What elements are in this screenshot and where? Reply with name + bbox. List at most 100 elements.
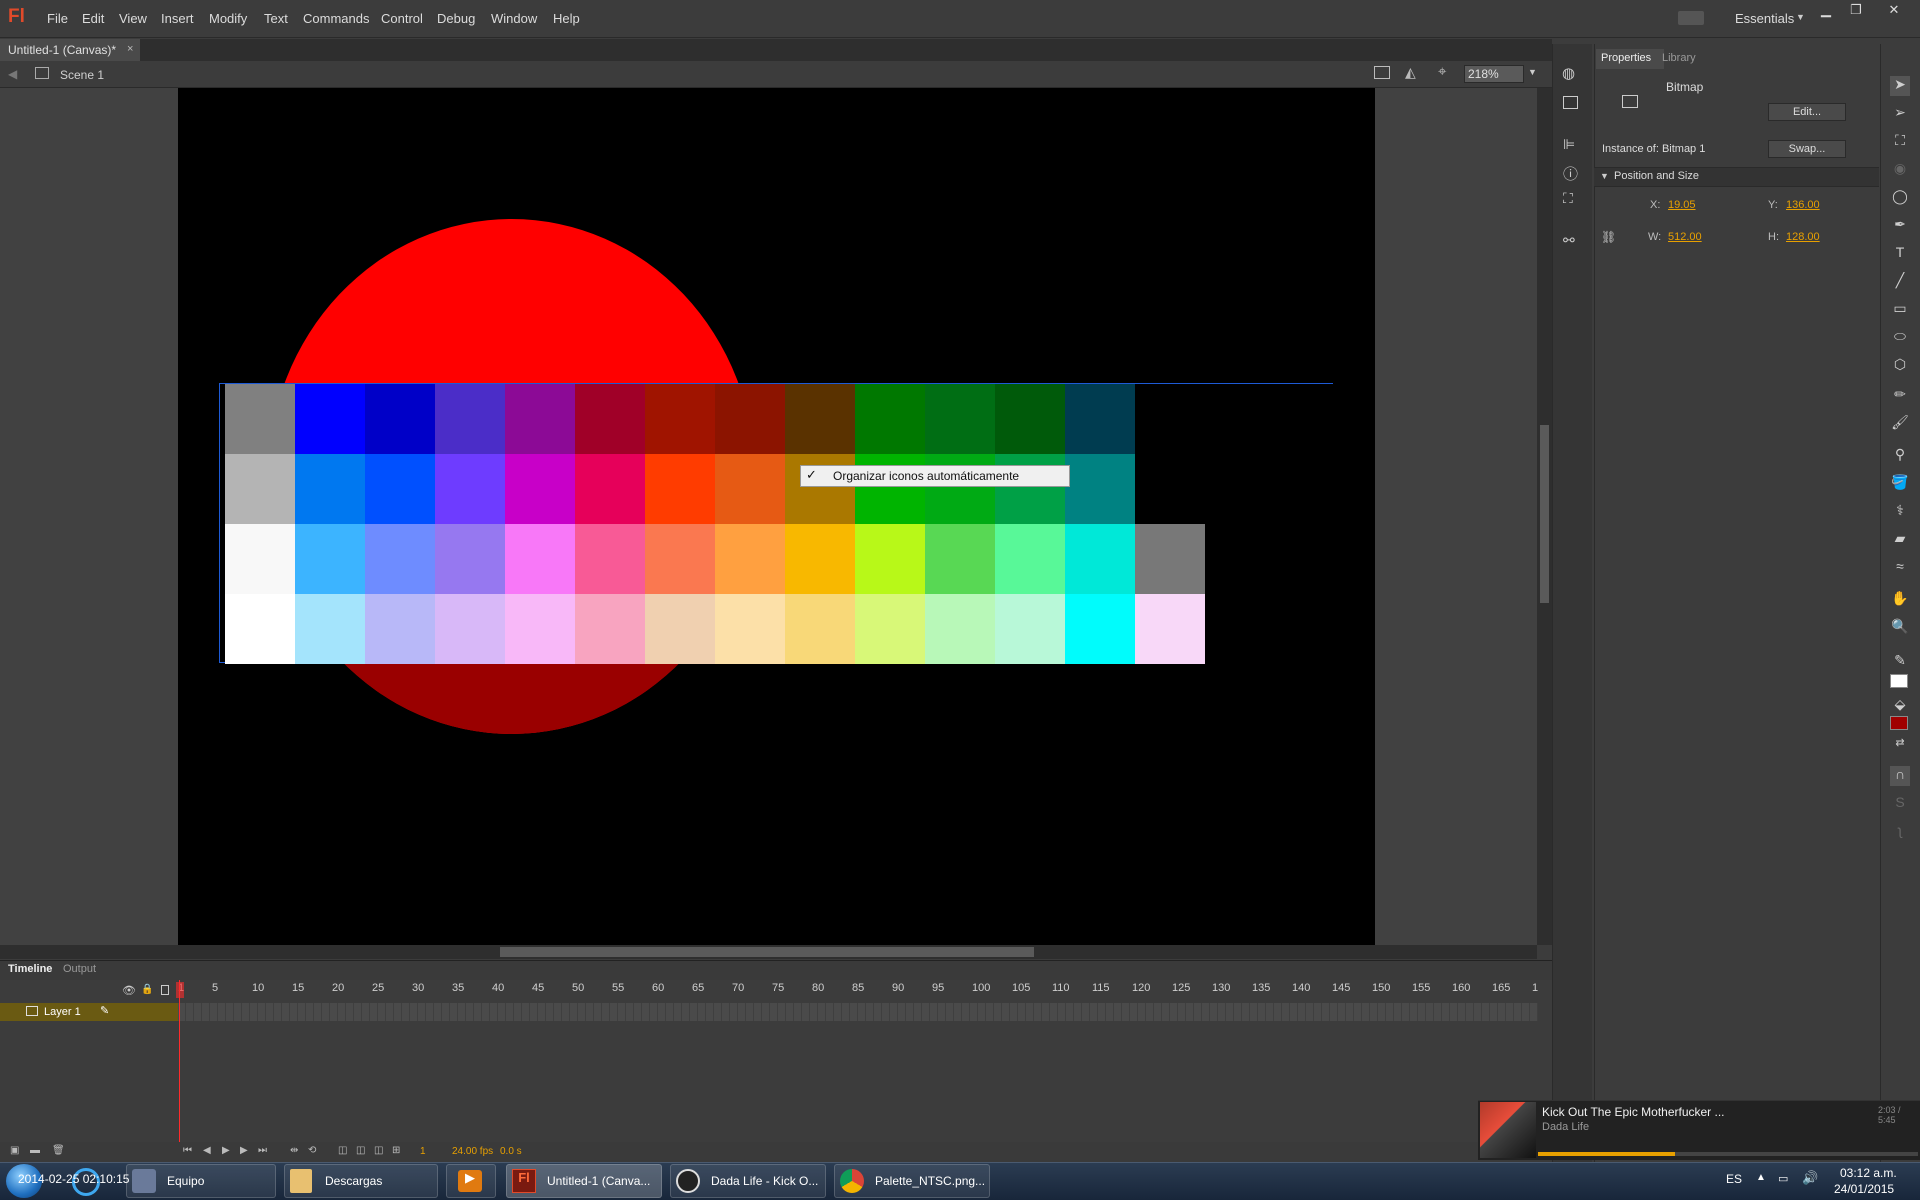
swap-colors-icon[interactable]: ⇄ xyxy=(1890,736,1910,756)
scene-label[interactable]: Scene 1 xyxy=(60,68,104,82)
context-menu-item-auto-arrange[interactable]: Organizar iconos automáticamente xyxy=(800,465,1070,487)
frames-row[interactable] xyxy=(178,1003,1538,1021)
center-stage-icon[interactable]: ⌖ xyxy=(1438,63,1446,80)
collapse-triangle-icon[interactable]: ▼ xyxy=(1600,171,1609,181)
3d-rotation-icon[interactable]: ◉ xyxy=(1890,160,1910,180)
network-icon[interactable]: ▭ xyxy=(1778,1172,1788,1185)
input-language[interactable]: ES xyxy=(1726,1172,1742,1186)
free-transform-icon[interactable]: ⛶ xyxy=(1890,132,1910,152)
oval-tool-icon[interactable]: ⬭ xyxy=(1890,328,1910,348)
clock-time[interactable]: 03:12 a.m. xyxy=(1840,1166,1897,1180)
frame-rate[interactable]: 24.00 fps xyxy=(452,1146,493,1157)
workspace-switcher[interactable]: Essentials xyxy=(1735,11,1794,26)
lasso-icon[interactable]: ◯ xyxy=(1890,188,1910,208)
minimize-icon[interactable]: ▁ xyxy=(1815,2,1837,20)
menu-debug[interactable]: Debug xyxy=(437,11,475,26)
stroke-color-swatch[interactable] xyxy=(1890,674,1908,688)
menu-view[interactable]: View xyxy=(119,11,147,26)
menu-edit[interactable]: Edit xyxy=(82,11,104,26)
subselection-tool-icon[interactable]: ➢ xyxy=(1890,104,1910,124)
w-value[interactable]: 512.00 xyxy=(1668,231,1702,243)
new-folder-icon[interactable]: ▬ xyxy=(30,1145,40,1156)
modify-markers-icon[interactable]: ⊞ xyxy=(392,1145,400,1156)
edit-multiple-icon[interactable]: ◫ xyxy=(374,1145,383,1156)
tab-properties[interactable]: Properties xyxy=(1601,52,1651,64)
zoom-field[interactable]: 218% xyxy=(1464,65,1524,83)
selection-tool-icon[interactable]: ➤ xyxy=(1890,76,1910,96)
frame-ruler[interactable]: 1510152025303540455055606570758085909510… xyxy=(178,982,1538,998)
horizontal-scroll-thumb[interactable] xyxy=(500,947,1034,957)
palette-bitmap[interactable] xyxy=(219,383,1345,664)
color-panel-icon[interactable]: ◍ xyxy=(1562,64,1575,82)
first-frame-icon[interactable]: ⏮ xyxy=(183,1145,192,1156)
menu-commands[interactable]: Commands xyxy=(303,11,369,26)
hand-tool-icon[interactable]: ✋ xyxy=(1890,590,1910,610)
menu-control[interactable]: Control xyxy=(381,11,423,26)
back-arrow-icon[interactable]: ◀ xyxy=(8,67,17,81)
pen-tool-icon[interactable]: ✒ xyxy=(1890,216,1910,236)
last-frame-icon[interactable]: ⏭ xyxy=(258,1145,267,1156)
menu-insert[interactable]: Insert xyxy=(161,11,194,26)
edit-scene-icon[interactable] xyxy=(1374,66,1390,79)
layer-name[interactable]: Layer 1 xyxy=(44,1006,81,1018)
vertical-scroll-thumb[interactable] xyxy=(1540,425,1549,603)
delete-icon[interactable]: 🗑 xyxy=(52,1145,65,1156)
menu-window[interactable]: Window xyxy=(491,11,537,26)
swatches-panel-icon[interactable] xyxy=(1563,96,1578,109)
tab-library[interactable]: Library xyxy=(1662,52,1696,64)
snap-magnet-icon[interactable]: ∩ xyxy=(1890,766,1910,786)
pencil-tool-icon[interactable]: ✏ xyxy=(1890,386,1910,406)
menu-modify[interactable]: Modify xyxy=(209,11,247,26)
paint-bucket-icon[interactable]: 🪣 xyxy=(1890,474,1910,494)
center-frame-icon[interactable]: ⇹ xyxy=(290,1145,298,1156)
brush-tool-icon[interactable]: 🖌 xyxy=(1890,414,1910,434)
sync-settings-icon[interactable] xyxy=(1678,11,1704,25)
swap-button[interactable]: Swap... xyxy=(1768,140,1846,158)
close-icon[interactable]: ✕ xyxy=(1883,2,1905,20)
step-back-icon[interactable]: ◀ xyxy=(203,1145,211,1156)
transform-panel-icon[interactable]: ⛶ xyxy=(1563,190,1573,207)
playhead[interactable] xyxy=(179,980,180,1162)
clock-date[interactable]: 24/01/2015 xyxy=(1834,1182,1894,1196)
lock-icon[interactable]: 🔒 xyxy=(141,984,153,995)
loop-icon[interactable]: ⟲ xyxy=(308,1145,316,1156)
play-icon[interactable]: ▶ xyxy=(222,1145,230,1156)
align-panel-icon[interactable]: ⊫ xyxy=(1563,136,1575,153)
restore-icon[interactable]: ❐ xyxy=(1845,2,1867,20)
straighten-icon[interactable]: ʅ xyxy=(1890,822,1910,842)
document-tab[interactable]: Untitled-1 (Canvas)* xyxy=(0,39,140,61)
close-tab-icon[interactable]: × xyxy=(127,43,133,55)
polystar-tool-icon[interactable]: ⬡ xyxy=(1890,356,1910,376)
menu-file[interactable]: File xyxy=(47,11,68,26)
tab-output[interactable]: Output xyxy=(63,963,96,975)
zoom-dropdown-icon[interactable]: ▼ xyxy=(1528,67,1537,77)
code-snippets-icon[interactable]: ⚯ xyxy=(1563,232,1575,249)
width-tool-icon[interactable]: ≈ xyxy=(1890,558,1910,578)
show-hide-icon[interactable]: 👁 xyxy=(122,984,136,997)
text-tool-icon[interactable]: T xyxy=(1890,244,1910,264)
fill-color-swatch[interactable] xyxy=(1890,716,1908,730)
eraser-tool-icon[interactable]: ▰ xyxy=(1890,530,1910,550)
eyedropper-icon[interactable]: ⚕ xyxy=(1890,502,1910,522)
tab-timeline[interactable]: Timeline xyxy=(8,963,52,975)
x-value[interactable]: 19.05 xyxy=(1668,199,1696,211)
onion-outline-icon[interactable]: ◫ xyxy=(356,1145,365,1156)
edit-button[interactable]: Edit... xyxy=(1768,103,1846,121)
menu-text[interactable]: Text xyxy=(264,11,288,26)
zoom-tool-icon[interactable]: 🔍 xyxy=(1890,618,1910,638)
volume-icon[interactable]: 🔊 xyxy=(1802,1170,1818,1186)
link-icon[interactable]: ⛓ xyxy=(1601,230,1616,244)
smooth-icon[interactable]: S xyxy=(1890,794,1910,814)
y-value[interactable]: 136.00 xyxy=(1786,199,1820,211)
bone-tool-icon[interactable]: ⚲ xyxy=(1890,446,1910,466)
h-value[interactable]: 128.00 xyxy=(1786,231,1820,243)
outline-icon[interactable] xyxy=(161,985,169,995)
step-forward-icon[interactable]: ▶ xyxy=(240,1145,248,1156)
tray-expand-icon[interactable]: ▲ xyxy=(1756,1172,1766,1183)
menu-help[interactable]: Help xyxy=(553,11,580,26)
info-icon[interactable]: ⓘ xyxy=(1563,163,1578,184)
rectangle-tool-icon[interactable]: ▭ xyxy=(1890,300,1910,320)
current-frame[interactable]: 1 xyxy=(420,1146,426,1157)
onion-skin-icon[interactable]: ◫ xyxy=(338,1145,347,1156)
chevron-down-icon[interactable]: ▼ xyxy=(1796,12,1805,22)
